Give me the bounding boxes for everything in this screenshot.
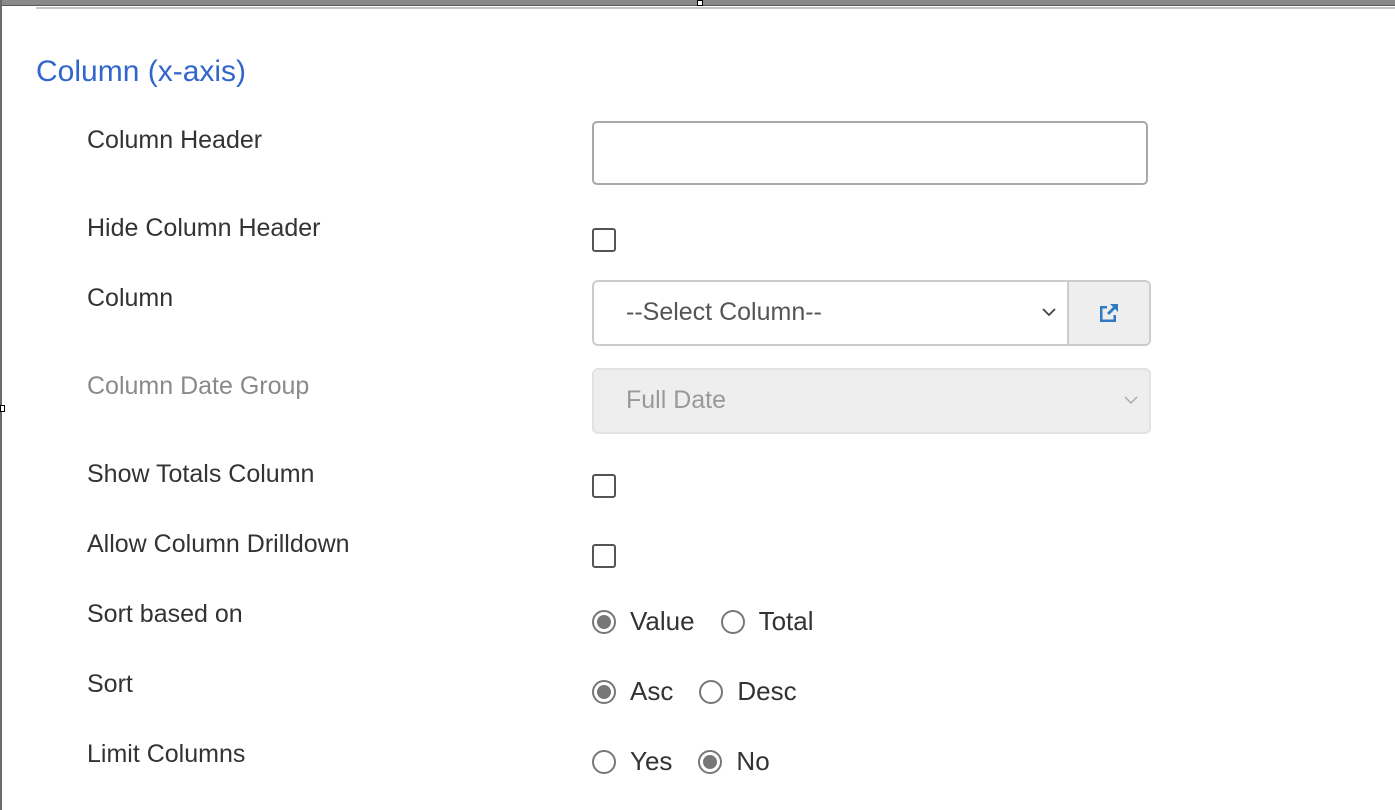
limit-columns-yes-label[interactable]: Yes — [630, 746, 672, 777]
limit-columns-radio-group: Yes No — [592, 746, 796, 777]
open-column-button[interactable] — [1069, 282, 1149, 344]
column-header-input[interactable] — [592, 121, 1148, 185]
section-title: Column (x-axis) — [36, 55, 247, 88]
limit-columns-no-radio[interactable] — [698, 749, 723, 774]
sort-label: Sort — [87, 670, 133, 698]
hide-column-header-checkbox[interactable] — [592, 228, 616, 252]
show-totals-column-label: Show Totals Column — [87, 460, 315, 488]
sort-based-on-value-label[interactable]: Value — [630, 606, 695, 637]
chevron-down-icon — [1124, 396, 1138, 405]
allow-column-drilldown-label: Allow Column Drilldown — [87, 530, 350, 558]
allow-column-drilldown-checkbox[interactable] — [592, 544, 616, 568]
limit-columns-label: Limit Columns — [87, 740, 246, 768]
external-link-icon — [1100, 304, 1118, 322]
section-divider — [36, 7, 1395, 9]
column-header-label: Column Header — [87, 126, 263, 154]
chevron-down-icon — [1042, 308, 1056, 317]
column-select-group: --Select Column-- — [592, 280, 1151, 346]
sort-asc-radio[interactable] — [592, 679, 616, 704]
resize-handle[interactable] — [697, 0, 703, 6]
sort-radio-group: Asc Desc — [592, 676, 823, 707]
column-date-group-select[interactable]: Full Date — [592, 368, 1151, 434]
resize-handle-left[interactable] — [0, 405, 5, 412]
column-date-group-label: Column Date Group — [87, 372, 310, 400]
limit-columns-yes-radio[interactable] — [592, 749, 616, 774]
sort-desc-label[interactable]: Desc — [737, 676, 796, 707]
sort-based-on-value-radio[interactable] — [592, 609, 616, 634]
sort-based-on-total-label[interactable]: Total — [759, 606, 814, 637]
column-select[interactable]: --Select Column-- — [594, 282, 1069, 344]
column-label: Column — [87, 284, 174, 312]
sort-based-on-total-radio[interactable] — [720, 609, 745, 634]
sort-based-on-label: Sort based on — [87, 600, 243, 628]
sort-desc-radio[interactable] — [699, 679, 724, 704]
hide-column-header-label: Hide Column Header — [87, 214, 321, 242]
limit-columns-no-label[interactable]: No — [736, 746, 769, 777]
left-frame-bar — [0, 0, 5, 810]
sort-asc-label[interactable]: Asc — [630, 676, 673, 707]
top-frame-bar — [0, 0, 1395, 6]
column-date-group-value: Full Date — [626, 386, 727, 414]
show-totals-column-checkbox[interactable] — [592, 474, 616, 498]
sort-based-on-radio-group: Value Total — [592, 606, 840, 637]
column-select-value: --Select Column-- — [626, 298, 822, 326]
